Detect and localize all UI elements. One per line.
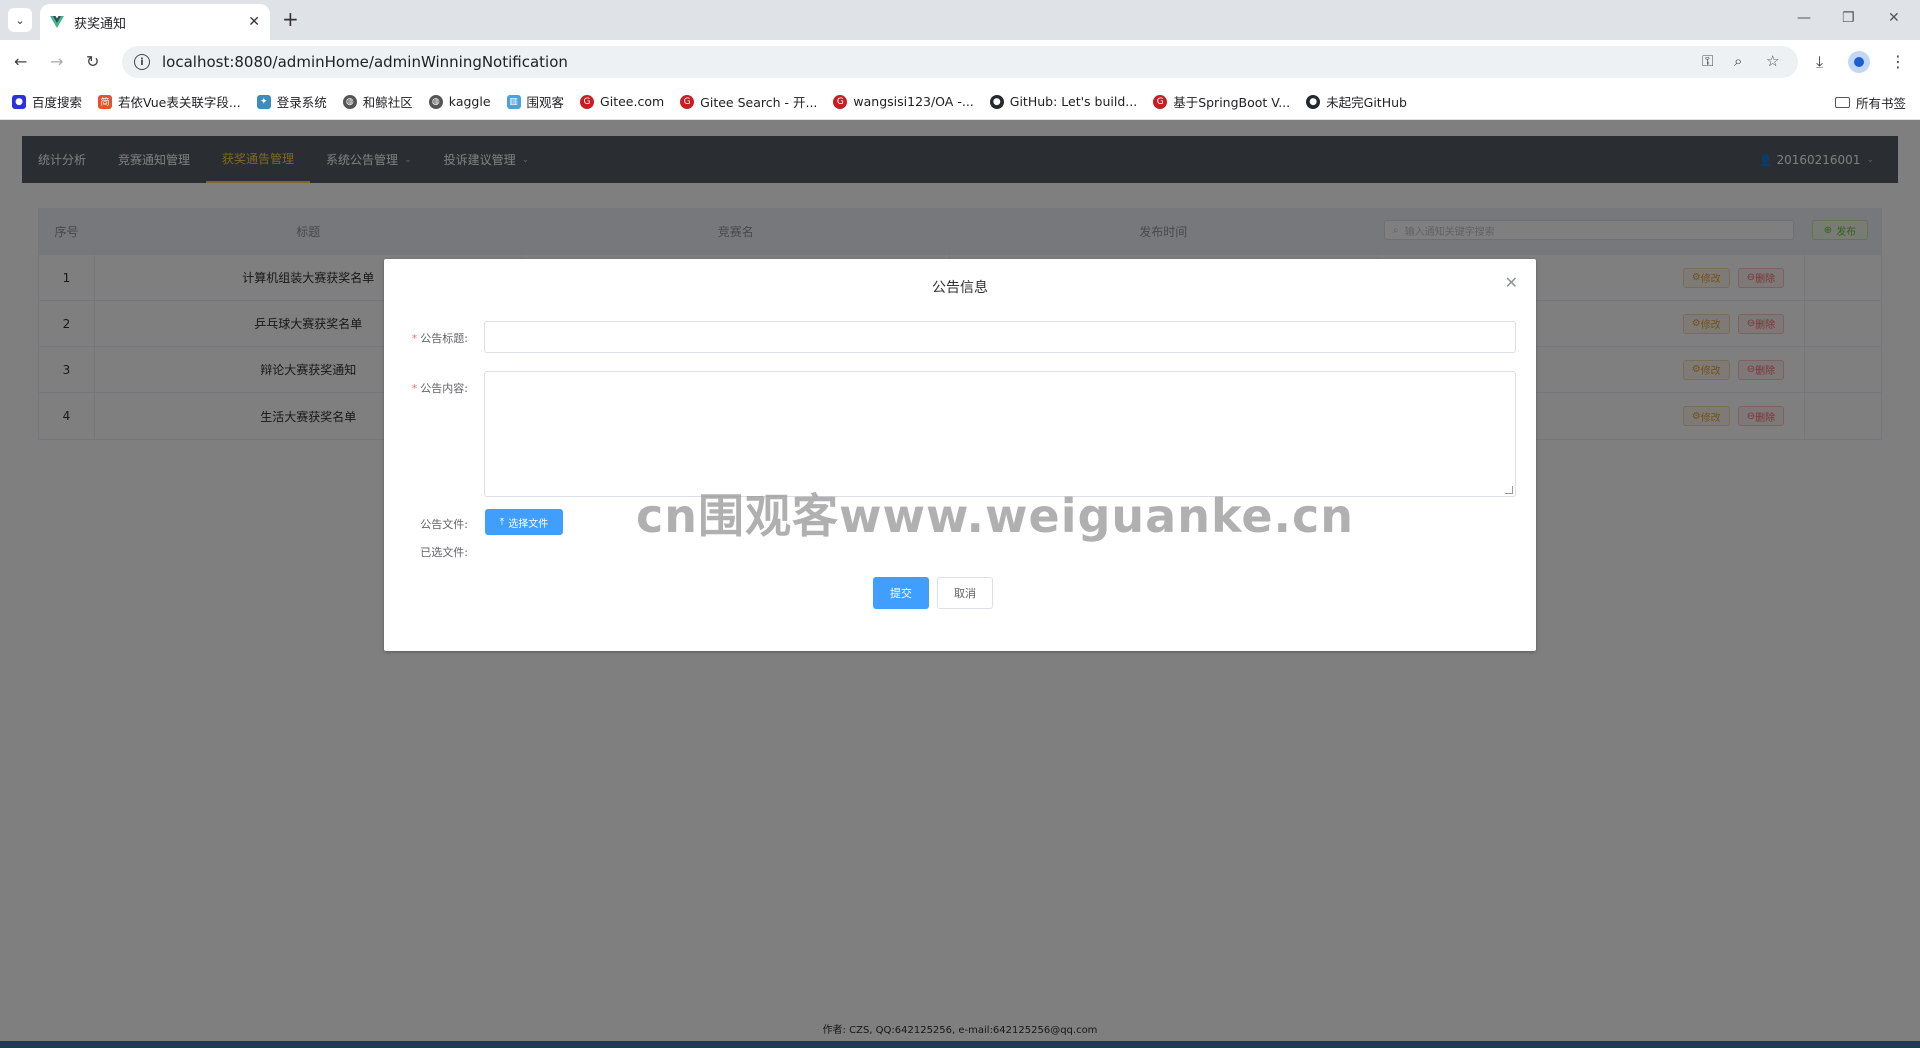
address-bar[interactable]: i localhost:8080/adminHome/adminWinningN… [122, 46, 1798, 78]
vue-icon [50, 16, 64, 28]
star-icon[interactable]: ☆ [1766, 52, 1779, 70]
profile-avatar[interactable] [1848, 51, 1870, 73]
label-file: 公告文件: [420, 518, 468, 531]
user-icon [1854, 57, 1864, 67]
github-icon: ● [989, 94, 1004, 109]
tab-search-button[interactable]: ⌄ [8, 8, 32, 32]
bookmark-item[interactable]: G Gitee.com [580, 94, 664, 109]
bookmark-favicon-icon: ▥ [506, 94, 521, 109]
download-icon[interactable]: ⤓ [1816, 52, 1823, 72]
reload-icon[interactable]: ↻ [86, 52, 99, 71]
bookmark-item[interactable]: 简若依Vue表关联字段... [98, 92, 241, 111]
zoom-icon[interactable]: ⌕ [1734, 52, 1742, 70]
bookmark-item[interactable]: ● 未起完GitHub [1306, 92, 1407, 111]
bookmark-item[interactable]: ✦ 登录系统 [256, 92, 327, 111]
globe-icon: ◍ [428, 94, 443, 109]
choose-file-button[interactable]: ⤒ 选择文件 [485, 509, 563, 535]
bookmark-item[interactable]: ● GitHub: Let's build... [989, 94, 1137, 109]
new-tab-plus-icon[interactable]: + [282, 9, 299, 29]
bookmark-item[interactable]: G Gitee Search - 开... [680, 92, 817, 111]
minimize-icon[interactable]: — [1797, 10, 1811, 26]
bookmark-favicon-icon: 简 [98, 94, 113, 109]
bookmark-item[interactable]: ● 百度搜索 [12, 92, 82, 111]
browser-tab[interactable]: 获奖通知 ✕ [40, 4, 270, 40]
label-content: * 公告内容: [411, 382, 468, 395]
bookmark-favicon-icon: ● [12, 94, 26, 109]
submit-button[interactable]: 提交 [873, 577, 929, 609]
url-text: localhost:8080/adminHome/adminWinningNot… [162, 53, 568, 71]
bookmark-item[interactable]: Gwangsisi123/OA -... [833, 94, 974, 109]
watermark-text: cn围观客www.weiguanke.cn [636, 489, 1355, 543]
folder-icon [1834, 97, 1850, 108]
key-icon[interactable]: ⚿ [1702, 52, 1713, 70]
cancel-button[interactable]: 取消 [937, 577, 993, 609]
bookmarks-bar: ● 百度搜索 简若依Vue表关联字段... ✦ 登录系统 ◍ 和鲸社区 ◍ kaggle… [0, 84, 1920, 120]
browser-tabstrip: ⌄ 获奖通知 ✕ + — ❐ ✕ [0, 0, 1920, 40]
os-taskbar [0, 1041, 1920, 1048]
site-info-icon[interactable]: i [134, 54, 150, 70]
chevron-down-icon: ⌄ [15, 13, 25, 27]
tab-title: 获奖通知 [74, 16, 127, 32]
dialog-title: 公告信息 [932, 280, 988, 296]
close-icon[interactable]: ✕ [1505, 273, 1518, 292]
bookmark-item[interactable]: ◍ kaggle [428, 94, 491, 109]
restore-icon[interactable]: ❐ [1842, 10, 1855, 26]
gitee-icon: G [580, 94, 595, 109]
content-textarea[interactable] [484, 371, 1516, 497]
bookmark-item[interactable]: G 基于SpringBoot V... [1153, 92, 1290, 111]
gitee-icon: G [680, 94, 695, 109]
globe-icon: ◍ [342, 94, 357, 109]
notice-dialog: 公告信息 ✕ * 公告标题: * 公告内容: 公告文件: ⤒ 选择文件 已选文件: 提… [384, 259, 1536, 651]
resize-handle-icon[interactable] [1505, 486, 1513, 494]
gitee-icon: G [833, 94, 848, 109]
upload-icon: ⤒ [499, 516, 505, 528]
gitee-icon: G [1153, 94, 1168, 109]
bookmark-item[interactable]: ▥ 围观客 [506, 92, 564, 111]
window-close-icon[interactable]: ✕ [1888, 10, 1900, 26]
back-arrow-icon[interactable]: ← [14, 52, 27, 71]
all-bookmarks[interactable]: 所有书签 [1834, 93, 1906, 112]
bookmark-item[interactable]: ◍ 和鲸社区 [342, 92, 413, 111]
label-title: * 公告标题: [411, 332, 468, 345]
more-vertical-icon[interactable]: ⋮ [1890, 52, 1906, 71]
bookmark-favicon-icon: ✦ [256, 94, 271, 109]
forward-arrow-icon[interactable]: → [50, 52, 63, 71]
github-icon: ● [1306, 94, 1321, 109]
title-input[interactable] [484, 321, 1516, 353]
label-selected-file: 已选文件: [420, 546, 468, 559]
close-icon[interactable]: ✕ [248, 14, 260, 30]
